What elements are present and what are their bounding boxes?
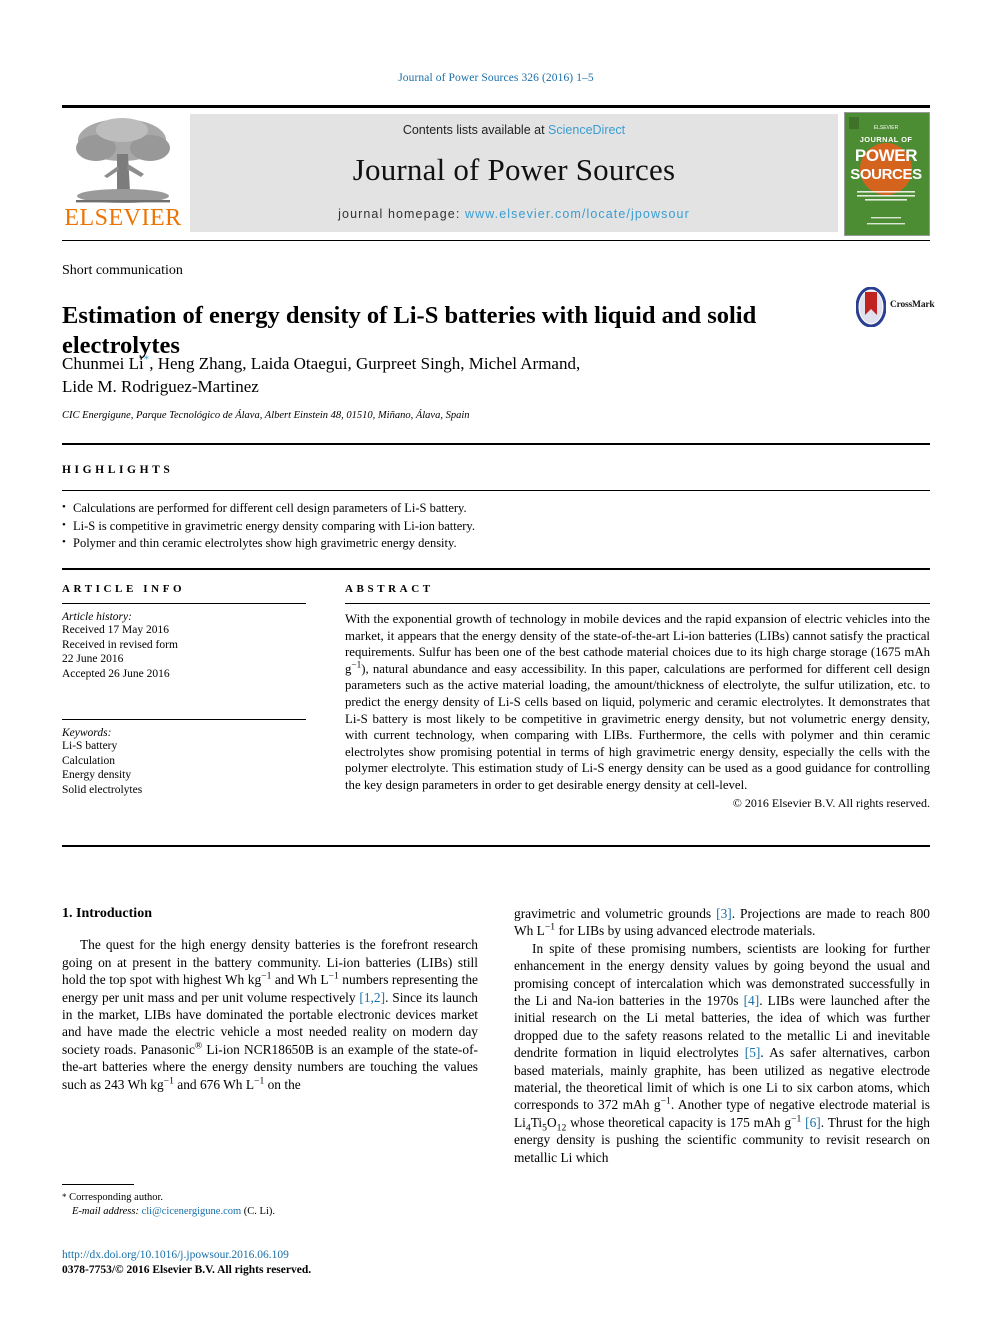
history-revised-date: 22 June 2016 xyxy=(62,653,124,665)
elsevier-wordmark: ELSEVIER xyxy=(64,205,182,231)
keywords-block: Keywords: Li-S battery Calculation Energ… xyxy=(62,719,306,797)
contents-prefix: Contents lists available at xyxy=(402,123,545,137)
keyword-item: Solid electrolytes xyxy=(62,783,143,796)
list-item: Li-S is competitive in gravimetric energ… xyxy=(62,517,930,536)
intro-p1-f: and 676 Wh L xyxy=(173,1076,255,1092)
crossmark-icon xyxy=(855,286,887,328)
abstract-sup-1: −1 xyxy=(351,659,362,670)
history-accepted: Accepted 26 June 2016 xyxy=(62,667,170,680)
citation-ref-4[interactable]: [4] xyxy=(744,993,760,1008)
paper-page: Journal of Power Sources 326 (2016) 1–5 … xyxy=(0,0,992,1323)
abstract-copyright: © 2016 Elsevier B.V. All rights reserved… xyxy=(732,795,930,810)
article-info-column: ARTICLE INFO Article history: Received 1… xyxy=(62,583,306,797)
article-info-rule xyxy=(62,603,306,604)
keywords-label: Keywords: xyxy=(62,727,112,739)
doi-link[interactable]: http://dx.doi.org/10.1016/j.jpowsour.201… xyxy=(62,1248,562,1263)
keywords-rule xyxy=(62,719,306,720)
elsevier-logo: ELSEVIER xyxy=(62,114,184,232)
sciencedirect-link[interactable]: ScienceDirect xyxy=(548,123,625,137)
keyword-item: Calculation xyxy=(62,754,116,767)
running-head: Journal of Power Sources 326 (2016) 1–5 xyxy=(398,72,594,84)
abstract-text: With the exponential growth of technolog… xyxy=(345,611,930,794)
highlights-bottom-rule xyxy=(62,490,930,491)
journal-masthead: ELSEVIER Contents lists available at Sci… xyxy=(62,105,930,236)
infoabstract-top-rule xyxy=(62,568,930,570)
footnote-rule xyxy=(62,1184,134,1185)
intro-r1-sup: −1 xyxy=(544,921,556,933)
intro-r2-sup2: −1 xyxy=(791,1113,802,1125)
history-received: Received 17 May 2016 xyxy=(62,624,169,636)
footnote-block: * Corresponding author. E-mail address: … xyxy=(62,1190,478,1219)
highlights-heading: HIGHLIGHTS xyxy=(62,464,174,476)
page-footer: http://dx.doi.org/10.1016/j.jpowsour.201… xyxy=(62,1248,562,1278)
citation-ref-3[interactable]: [3] xyxy=(716,906,732,921)
intro-r2-f: O xyxy=(546,1114,557,1130)
section-heading-introduction: 1. Introduction xyxy=(62,906,152,921)
list-item: Calculations are performed for different… xyxy=(62,499,930,518)
footnote-star-marker: * xyxy=(62,1192,67,1202)
abstract-rule xyxy=(345,603,930,604)
email-author-suffix: (C. Li). xyxy=(243,1206,275,1217)
footnote-corresponding-text: Corresponding author. xyxy=(69,1192,164,1203)
intro-p1-g: on the xyxy=(264,1076,301,1092)
intro-p1-sup4: −1 xyxy=(254,1075,265,1087)
intro-p1-sup1: −1 xyxy=(261,970,272,982)
highlights-top-rule xyxy=(62,443,930,445)
crossmark-badge[interactable]: CrossMark xyxy=(855,286,935,329)
article-type: Short communication xyxy=(62,263,183,278)
history-revised: Received in revised form xyxy=(62,638,178,651)
masthead-center: Contents lists available at ScienceDirec… xyxy=(190,114,838,232)
footnote-corresponding: * Corresponding author. xyxy=(62,1190,478,1205)
author-list: Chunmei Li*, Heng Zhang, Laida Otaegui, … xyxy=(62,352,822,398)
journal-title: Journal of Power Sources xyxy=(352,152,676,187)
homepage-prefix: journal homepage: xyxy=(338,207,461,221)
intro-r2-g: whose theoretical capacity is 175 mAh g xyxy=(566,1114,792,1130)
intro-paragraph-1: The quest for the high energy density ba… xyxy=(62,936,478,1093)
article-top-rule xyxy=(62,240,930,241)
author-line-1-pre: Chunmei Li xyxy=(62,354,144,373)
article-info-heading: ARTICLE INFO xyxy=(62,583,186,595)
abstract-heading: ABSTRACT xyxy=(345,583,434,595)
intro-paragraph-1-continued: gravimetric and volumetric grounds [3]. … xyxy=(514,905,930,940)
journal-homepage-link[interactable]: www.elsevier.com/locate/jpowsour xyxy=(465,207,690,221)
svg-text:SOURCES: SOURCES xyxy=(850,166,922,183)
body-column-left: 1. Introduction The quest for the high e… xyxy=(62,905,478,1093)
intro-paragraph-2: In spite of these promising numbers, sci… xyxy=(514,940,930,1166)
corresponding-email-link[interactable]: cli@cicenergigune.com xyxy=(142,1206,242,1217)
citation-ref-6[interactable]: [6] xyxy=(805,1115,821,1130)
svg-text:ELSEVIER: ELSEVIER xyxy=(874,125,899,131)
intro-r1-a: gravimetric and volumetric grounds xyxy=(514,906,717,921)
body-column-right: gravimetric and volumetric grounds [3]. … xyxy=(514,905,930,1166)
highlights-list: Calculations are performed for different… xyxy=(62,499,930,553)
intro-r2-e: Ti xyxy=(530,1114,543,1130)
crossmark-label: CrossMark xyxy=(890,300,935,310)
journal-cover-art: ELSEVIER JOURNAL OF POWER SOURCES xyxy=(845,113,927,233)
issn-copyright-line: 0378-7753/© 2016 Elsevier B.V. All right… xyxy=(62,1264,312,1276)
author-line-1-post: , Heng Zhang, Laida Otaegui, Gurpreet Si… xyxy=(149,354,581,373)
intro-r1-c: for LIBs by using advanced electrode mat… xyxy=(555,923,816,939)
contents-available-line: Contents lists available at ScienceDirec… xyxy=(190,123,838,137)
svg-text:JOURNAL OF: JOURNAL OF xyxy=(860,135,913,144)
citation-ref-5[interactable]: [5] xyxy=(745,1045,761,1060)
abstract-part-b: ), natural abundance and easy accessibil… xyxy=(345,661,930,792)
svg-text:POWER: POWER xyxy=(855,146,917,165)
infoabstract-bottom-rule xyxy=(62,845,930,847)
journal-homepage-line: journal homepage: www.elsevier.com/locat… xyxy=(190,207,838,221)
intro-p1-sup2: −1 xyxy=(328,970,339,982)
article-history-label: Article history: xyxy=(62,611,132,623)
email-label: E-mail address: xyxy=(72,1206,139,1217)
affiliation: CIC Energigune, Parque Tecnológico de Ál… xyxy=(62,410,470,421)
author-line-2: Lide M. Rodriguez-Martinez xyxy=(62,377,259,396)
intro-p1-b: and Wh L xyxy=(271,972,329,988)
keyword-item: Energy density xyxy=(62,769,132,781)
keyword-item: Li-S battery xyxy=(62,740,118,752)
citation-ref-1-2[interactable]: [1,2] xyxy=(359,990,385,1005)
abstract-column: ABSTRACT With the exponential growth of … xyxy=(345,583,930,811)
elsevier-tree-icon xyxy=(76,118,170,203)
intro-r2-sup1: −1 xyxy=(660,1096,671,1107)
footnote-email-line: E-mail address: cli@cicenergigune.com (C… xyxy=(62,1205,478,1219)
journal-cover-thumbnail[interactable]: ELSEVIER JOURNAL OF POWER SOURCES xyxy=(844,112,930,236)
intro-p1-sup3: −1 xyxy=(163,1075,174,1087)
list-item: Polymer and thin ceramic electrolytes sh… xyxy=(62,534,930,553)
